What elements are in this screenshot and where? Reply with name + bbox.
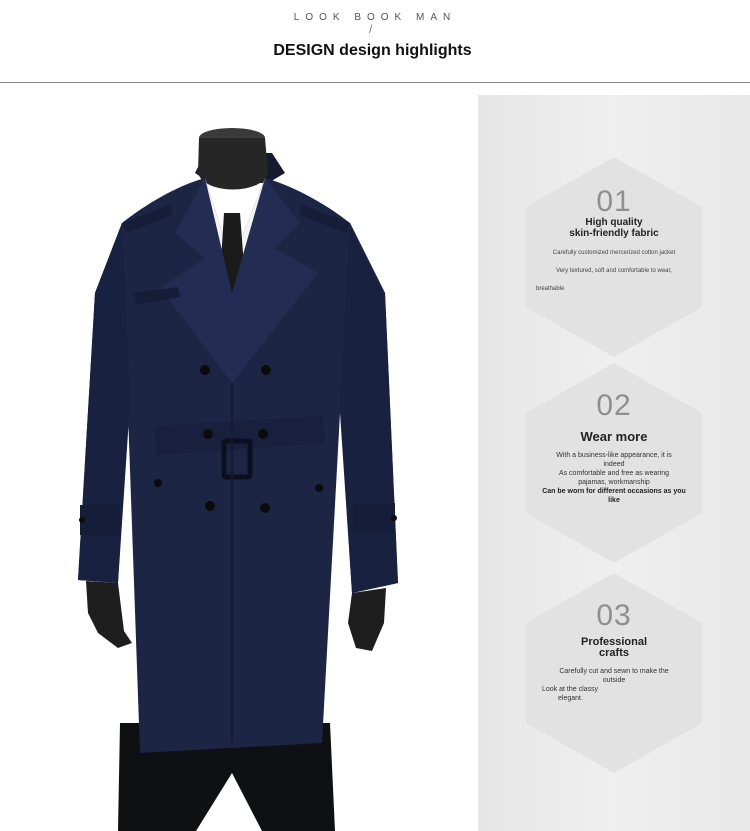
highlight-2-line6: like bbox=[608, 497, 620, 504]
page-header: LOOK BOOK MAN / DESIGN design highlights bbox=[0, 0, 750, 82]
highlight-3-line3: Look at the classy bbox=[542, 686, 599, 693]
highlight-2-line2: indeed bbox=[603, 461, 625, 468]
eyebrow-slash: / bbox=[369, 22, 373, 36]
highlight-3-line2: outside bbox=[602, 677, 626, 684]
highlight-3: 03 Professional crafts Carefully cut and… bbox=[526, 601, 702, 703]
highlight-3-line1: Carefully cut and sewn to make the bbox=[559, 668, 669, 675]
page-title: DESIGN design highlights bbox=[273, 42, 472, 59]
highlight-3-title-line2: crafts bbox=[599, 647, 629, 659]
highlight-2-title: Wear more bbox=[580, 429, 648, 444]
product-image bbox=[0, 83, 478, 831]
highlights-panel: 01 High quality skin-friendly fabric Car… bbox=[478, 95, 750, 831]
highlight-2: 02 Wear more With a business-like appear… bbox=[526, 391, 702, 505]
highlight-3-number: 03 bbox=[596, 599, 632, 632]
highlight-1-title-line1: High quality bbox=[585, 217, 643, 228]
trench-coat-on-mannequin-icon bbox=[78, 128, 398, 831]
highlight-1-title-line2: skin-friendly fabric bbox=[569, 228, 659, 239]
highlight-1-line1: Carefully customized mercerized cotton j… bbox=[552, 250, 676, 256]
highlight-1-line2: Very textured, soft and comfortable to w… bbox=[556, 268, 672, 274]
highlight-2-line4: pajamas, workmanship bbox=[578, 479, 650, 486]
highlight-2-line5: Can be worn for different occasions as y… bbox=[542, 488, 686, 495]
highlight-2-line3: As comfortable and free as wearing bbox=[558, 470, 670, 477]
highlight-1-number: 01 bbox=[596, 185, 632, 218]
highlight-1: 01 High quality skin-friendly fabric Car… bbox=[526, 187, 702, 293]
highlight-2-line1: With a business-like appearance, it is bbox=[556, 452, 672, 459]
lookbook-eyebrow: LOOK BOOK MAN bbox=[293, 12, 457, 23]
highlight-3-line4: elegant. bbox=[558, 695, 583, 702]
highlight-1-line3: breathable bbox=[536, 286, 565, 292]
highlight-2-number: 02 bbox=[596, 389, 632, 422]
